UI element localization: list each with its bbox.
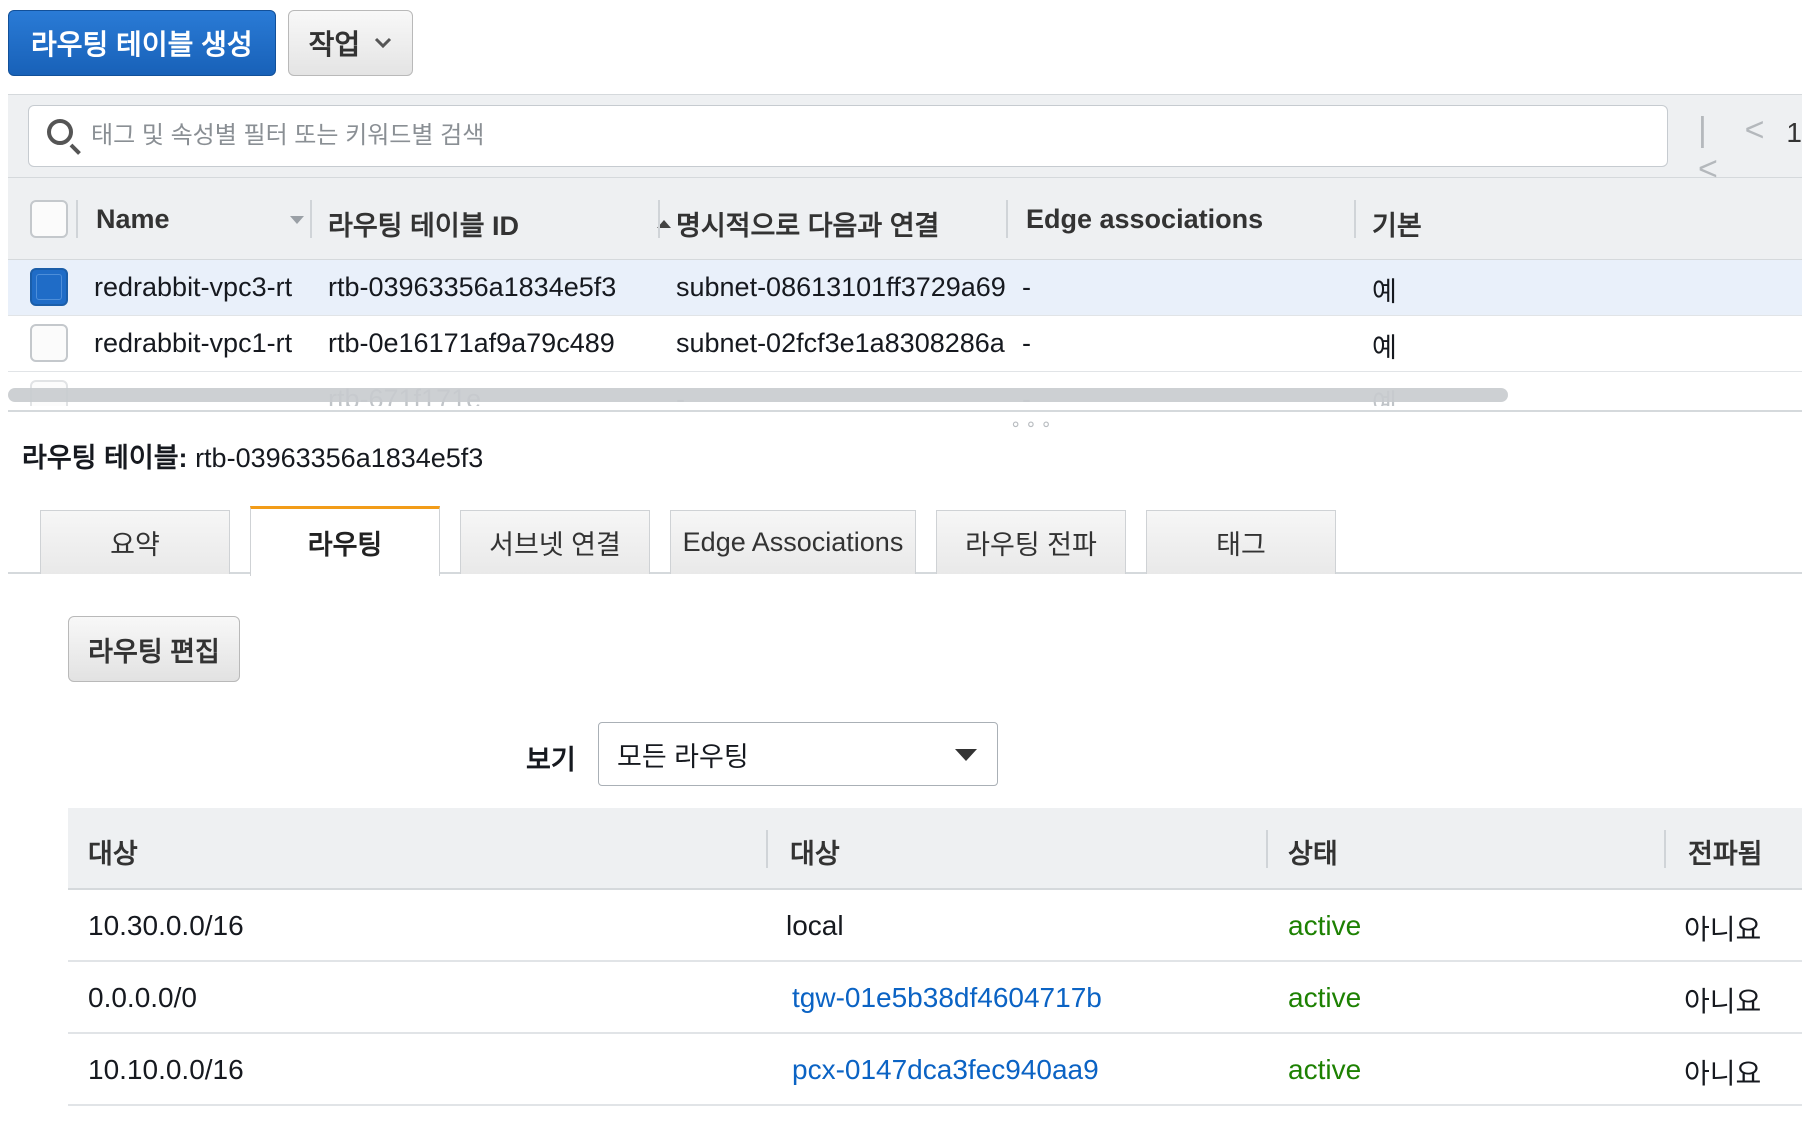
cell-status: active [1288,1054,1362,1085]
table-row[interactable]: redrabbit-vpc1-rt rtb-0e16171af9a79c489 … [8,316,1802,372]
cell-main: 예 [1372,333,1397,363]
search-icon [39,111,89,161]
table-header: Name 라우팅 테이블 ID 명시적으로 다음과 연결 Edge associ… [8,178,1802,260]
cell-id: rtb-03963356a1834e5f3 [328,272,617,302]
cell-association: subnet-08613101ff3729a69 [676,272,1006,302]
cell-name: redrabbit-vpc1-rt [94,328,293,358]
view-select[interactable]: 모든 라우팅 [598,722,998,786]
panel-divider [8,410,1802,412]
cell-id: rtb-0e16171af9a79c489 [328,328,615,358]
cell-target: local [786,910,844,941]
table-row: 0.0.0.0/0 tgw-01e5b38df4604717b active 아… [68,962,1802,1034]
tab-tags[interactable]: 태그 [1146,510,1336,574]
column-header-edge[interactable]: Edge associations [1026,204,1263,235]
cell-status: active [1288,910,1362,941]
detail-title-label: 라우팅 테이블: [22,443,188,473]
column-header-id[interactable]: 라우팅 테이블 ID [328,204,672,243]
cell-edge: - [1022,272,1031,302]
horizontal-scrollbar[interactable] [8,388,1508,402]
chevron-down-icon [375,37,392,49]
cell-target-link[interactable]: pcx-0147dca3fec940aa9 [792,1054,1099,1086]
search-input[interactable] [89,106,1667,166]
route-tables-table: Name 라우팅 테이블 ID 명시적으로 다음과 연결 Edge associ… [8,178,1802,406]
table-row[interactable]: redrabbit-vpc3-rt rtb-03963356a1834e5f3 … [8,260,1802,316]
cell-propagated: 아니요 [1684,1058,1762,1089]
cell-association: subnet-02fcf3e1a8308286a [676,328,1005,358]
column-header-main[interactable]: 기본 [1372,204,1422,243]
cell-destination: 10.10.0.0/16 [88,1054,244,1085]
cell-name: redrabbit-vpc3-rt [94,272,293,302]
tab-route-propagation[interactable]: 라우팅 전파 [936,510,1126,574]
cell-target-link[interactable]: tgw-01e5b38df4604717b [792,982,1102,1014]
table-row: 10.30.0.0/16 local active 아니요 [68,890,1802,962]
detail-tabs: 요약 라우팅 서브넷 연결 Edge Associations 라우팅 전파 태… [8,506,1802,576]
cell-status: active [1288,982,1362,1013]
tab-routes[interactable]: 라우팅 [250,506,440,576]
edit-routes-button[interactable]: 라우팅 편집 [68,616,240,682]
view-select-value: 모든 라우팅 [617,741,749,772]
cell-edge: - [1022,328,1031,358]
actions-dropdown-button[interactable]: 작업 [287,10,414,76]
column-header-propagated[interactable]: 전파됨 [1688,832,1763,871]
tab-edge-associations[interactable]: Edge Associations [670,510,916,574]
row-checkbox[interactable] [30,268,68,306]
routes-table: 대상 대상 상태 전파됨 10.30.0.0/16 local active 아… [68,808,1802,1106]
detail-title: 라우팅 테이블: rtb-03963356a1834e5f3 [22,436,483,475]
cell-propagated: 아니요 [1684,986,1762,1017]
actions-label: 작업 [308,29,361,60]
search-box [28,105,1668,167]
caret-down-icon [955,749,977,761]
cell-destination: 0.0.0.0/0 [88,982,197,1013]
column-header-destination[interactable]: 대상 [88,832,138,871]
tab-subnet-associations[interactable]: 서브넷 연결 [460,510,650,574]
row-checkbox[interactable] [30,324,68,362]
detail-title-value: rtb-03963356a1834e5f3 [195,443,484,473]
create-route-table-button[interactable]: 라우팅 테이블 생성 [8,10,276,76]
cell-main: 예 [1372,277,1397,307]
column-header-target[interactable]: 대상 [790,832,840,871]
column-header-status[interactable]: 상태 [1288,832,1338,871]
column-header-association[interactable]: 명시적으로 다음과 연결 [676,204,939,243]
resize-handle-icon[interactable]: ∘∘∘ [1010,414,1056,435]
table-row: 10.10.0.0/16 pcx-0147dca3fec940aa9 activ… [68,1034,1802,1106]
routes-table-header: 대상 대상 상태 전파됨 [68,808,1802,890]
view-label: 보기 [526,745,576,775]
cell-propagated: 아니요 [1684,914,1762,945]
select-all-checkbox[interactable] [30,200,68,238]
tab-summary[interactable]: 요약 [40,510,230,574]
top-toolbar: 라우팅 테이블 생성 작업 [8,10,414,76]
sort-caret-icon [289,215,304,224]
column-header-name[interactable]: Name [96,204,304,235]
filter-bar: |< < 1 [8,94,1802,188]
cell-destination: 10.30.0.0/16 [88,910,244,941]
